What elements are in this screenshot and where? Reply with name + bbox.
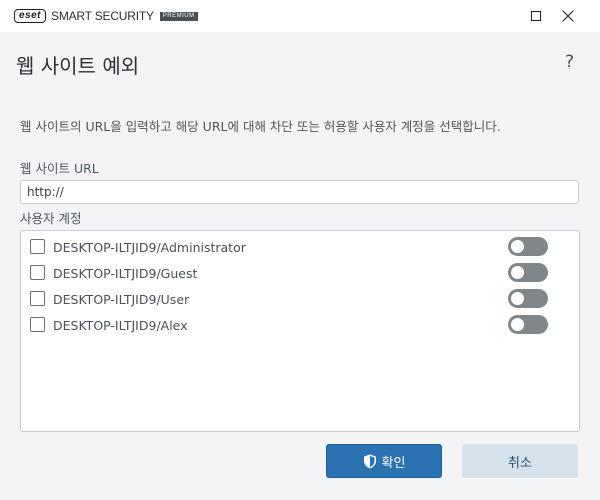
close-icon	[562, 10, 574, 22]
app-logo: eset SMART SECURITY PREMIUM	[14, 9, 198, 23]
url-label: 웹 사이트 URL	[20, 161, 99, 176]
account-name: DESKTOP-ILTJID9/User	[53, 292, 190, 307]
account-name: DESKTOP-ILTJID9/Administrator	[53, 240, 246, 255]
account-checkbox[interactable]	[30, 291, 45, 306]
account-name: DESKTOP-ILTJID9/Guest	[53, 266, 198, 281]
account-checkbox[interactable]	[30, 265, 45, 280]
cancel-button-label: 취소	[508, 455, 532, 471]
help-icon[interactable]: ?	[565, 52, 574, 72]
ok-button-label: 확인	[381, 455, 406, 471]
account-checkbox[interactable]	[30, 239, 45, 254]
account-toggle[interactable]	[508, 289, 548, 308]
account-name: DESKTOP-ILTJID9/Alex	[53, 318, 188, 333]
maximize-button[interactable]	[520, 0, 552, 32]
edition-badge: PREMIUM	[159, 11, 198, 21]
list-item: DESKTOP-ILTJID9/User	[21, 285, 579, 311]
description-text: 웹 사이트의 URL을 입력하고 해당 URL에 대해 차단 또는 허용할 사용…	[20, 119, 501, 134]
list-item: DESKTOP-ILTJID9/Alex	[21, 311, 579, 337]
eset-logo: eset	[14, 9, 47, 23]
account-checkbox[interactable]	[30, 317, 45, 332]
toggle-knob	[511, 318, 524, 331]
account-toggle[interactable]	[508, 237, 548, 256]
shield-icon	[363, 454, 376, 468]
maximize-icon	[531, 11, 541, 21]
account-toggle[interactable]	[508, 315, 548, 334]
page-title: 웹 사이트 예외	[16, 54, 140, 78]
account-toggle[interactable]	[508, 263, 548, 282]
close-button[interactable]	[552, 0, 584, 32]
product-name: SMART SECURITY	[51, 9, 154, 23]
url-input[interactable]	[20, 180, 579, 204]
toggle-knob	[511, 266, 524, 279]
accounts-list: DESKTOP-ILTJID9/Administrator DESKTOP-IL…	[20, 230, 580, 432]
cancel-button[interactable]: 취소	[462, 444, 578, 478]
dialog-header: 웹 사이트 예외 ?	[0, 32, 600, 92]
toggle-knob	[511, 292, 524, 305]
ok-button[interactable]: 확인	[326, 444, 442, 478]
accounts-label: 사용자 계정	[20, 211, 82, 226]
toggle-knob	[511, 240, 524, 253]
list-item: DESKTOP-ILTJID9/Guest	[21, 259, 579, 285]
list-item: DESKTOP-ILTJID9/Administrator	[21, 233, 579, 259]
title-bar: eset SMART SECURITY PREMIUM	[0, 0, 600, 32]
